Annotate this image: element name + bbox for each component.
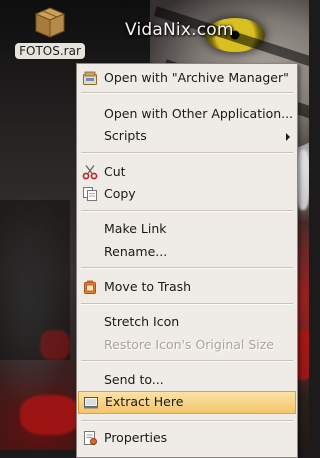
menu-separator	[81, 303, 293, 305]
context-menu: Open with "Archive Manager" Open with Ot…	[76, 63, 298, 458]
menu-item-scripts[interactable]: Scripts	[78, 125, 296, 147]
menu-separator	[81, 267, 293, 269]
menu-item-stretch-icon[interactable]: Stretch Icon	[78, 311, 296, 333]
watermark-text: VidaNix.com	[125, 20, 234, 40]
menu-separator	[81, 420, 293, 422]
menu-separator	[81, 360, 293, 362]
menu-item-extract-here[interactable]: Extract Here	[78, 391, 296, 414]
menu-separator	[81, 210, 293, 212]
menu-item-label: Restore Icon's Original Size	[104, 337, 275, 352]
menu-item-make-link[interactable]: Make Link	[78, 218, 296, 240]
archive-box-icon	[34, 4, 66, 38]
menu-item-label: Open with "Archive Manager"	[104, 70, 289, 85]
menu-item-label: Make Link	[104, 221, 167, 236]
trash-icon	[82, 279, 98, 295]
menu-item-cut[interactable]: Cut	[78, 161, 296, 183]
menu-item-label: Scripts	[104, 128, 147, 143]
submenu-arrow-icon	[286, 133, 290, 141]
archive-manager-icon	[82, 70, 98, 86]
menu-item-send-to[interactable]: Send to...	[78, 369, 296, 391]
extract-here-icon	[83, 394, 99, 410]
menu-item-label: Move to Trash	[104, 279, 192, 294]
scissors-icon	[82, 164, 98, 180]
menu-item-move-to-trash[interactable]: Move to Trash	[78, 276, 296, 298]
wallpaper-blood	[20, 395, 80, 435]
desktop-file-icon[interactable]: FOTOS.rar	[12, 4, 88, 59]
menu-separator	[81, 92, 293, 94]
menu-item-label: Cut	[104, 164, 126, 179]
desktop-file-label: FOTOS.rar	[15, 43, 85, 59]
menu-item-label: Copy	[104, 186, 136, 201]
menu-item-label: Open with Other Application...	[104, 106, 294, 121]
menu-separator	[81, 152, 293, 154]
menu-item-label: Send to...	[104, 372, 164, 387]
copy-icon	[82, 186, 98, 202]
menu-item-open-with-other-application[interactable]: Open with Other Application...	[78, 103, 296, 125]
menu-item-rename[interactable]: Rename...	[78, 241, 296, 263]
wallpaper-blood	[40, 330, 70, 360]
properties-icon	[82, 430, 98, 446]
menu-item-restore-icon-size: Restore Icon's Original Size	[78, 334, 296, 356]
menu-item-label: Extract Here	[105, 394, 184, 409]
menu-item-label: Properties	[104, 430, 168, 445]
menu-item-copy[interactable]: Copy	[78, 183, 296, 205]
menu-item-open-with-archive-manager[interactable]: Open with "Archive Manager"	[78, 67, 296, 89]
menu-item-properties[interactable]: Properties	[78, 427, 296, 449]
menu-item-label: Rename...	[104, 244, 168, 259]
menu-item-label: Stretch Icon	[104, 314, 180, 329]
